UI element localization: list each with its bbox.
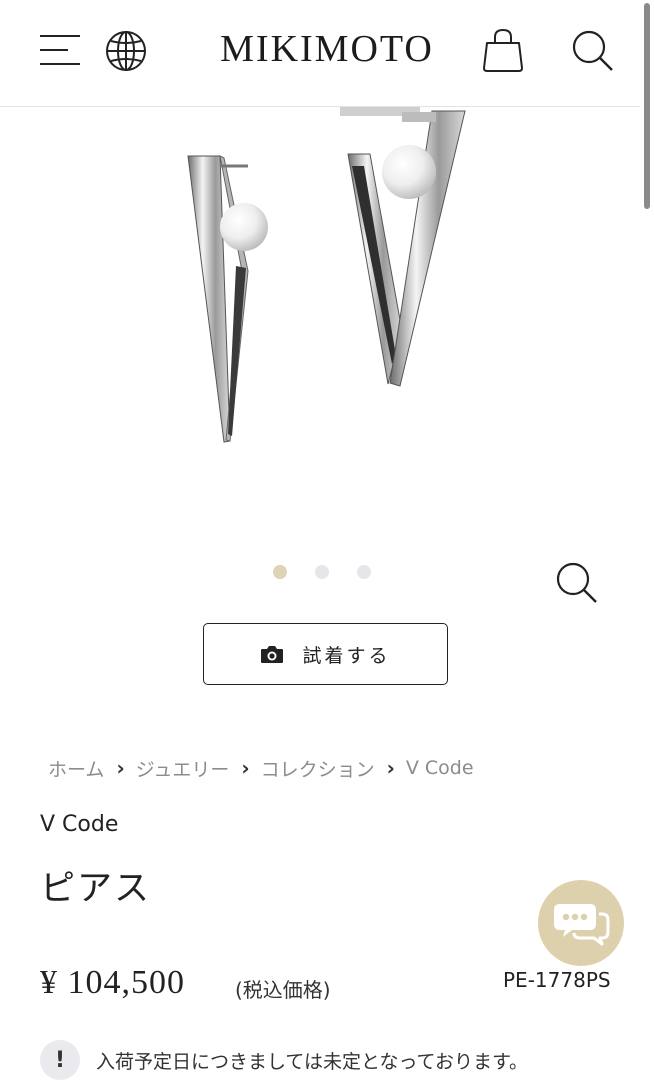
search-button[interactable]	[568, 26, 616, 74]
exclamation-icon: !	[40, 1040, 80, 1080]
shopping-bag-icon	[483, 28, 523, 72]
breadcrumb-v-code[interactable]: V Code	[406, 757, 474, 779]
language-button[interactable]	[103, 28, 149, 74]
tax-note: (税込価格)	[235, 978, 331, 1002]
try-on-button[interactable]: 試着する	[203, 623, 448, 685]
product-code: PE-1778PS	[503, 968, 611, 992]
breadcrumb-separator: ›	[241, 756, 250, 780]
carousel-dot-2[interactable]	[315, 565, 329, 579]
try-on-label: 試着する	[302, 644, 391, 667]
breadcrumb-collection[interactable]: コレクション	[261, 755, 375, 782]
breadcrumb-separator: ›	[386, 756, 395, 780]
chat-button[interactable]	[538, 880, 624, 966]
search-icon	[572, 30, 613, 71]
brand-logo[interactable]: MIKIMOTO	[196, 26, 458, 72]
breadcrumb: ホーム › ジュエリー › コレクション › V Code	[48, 754, 474, 782]
zoom-button[interactable]	[552, 558, 600, 606]
hamburger-menu-icon	[40, 35, 80, 65]
product-page: MIKIMOTO 試着する ホーム › ジュエリー › コレクション › V C…	[0, 0, 654, 1080]
camera-icon	[261, 646, 284, 663]
page-scrollbar[interactable]	[640, 0, 654, 1080]
zoom-icon	[556, 562, 597, 603]
collection-name[interactable]: V Code	[40, 812, 118, 837]
breadcrumb-home[interactable]: ホーム	[48, 755, 104, 782]
product-price: ¥ 104,500	[40, 964, 185, 1001]
stock-notice: ! 入荷予定日につきましては未定となっております。	[40, 1040, 528, 1080]
cart-button[interactable]	[480, 26, 526, 74]
product-image[interactable]	[120, 106, 520, 466]
carousel-dot-3[interactable]	[357, 565, 371, 579]
carousel-dot-1[interactable]	[273, 565, 287, 579]
breadcrumb-jewelry[interactable]: ジュエリー	[136, 755, 230, 782]
site-header: MIKIMOTO	[0, 0, 640, 107]
breadcrumb-separator: ›	[116, 756, 125, 780]
chat-bubbles-icon	[554, 904, 610, 946]
menu-button[interactable]	[38, 31, 82, 69]
carousel-pagination	[271, 565, 381, 581]
product-title: ピアス	[40, 869, 152, 909]
stock-notice-text: 入荷予定日につきましては未定となっております。	[96, 1050, 529, 1073]
globe-icon	[106, 31, 146, 71]
product-photo-v-shaped-pearl-earrings	[187, 106, 466, 443]
scrollbar-thumb[interactable]	[644, 3, 650, 209]
